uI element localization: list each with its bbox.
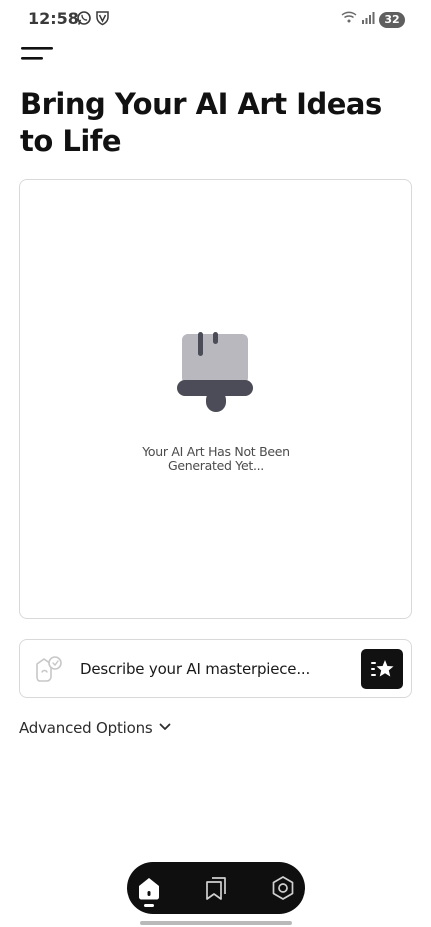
paint-brush-icon <box>177 332 255 414</box>
gesture-bar <box>140 921 292 925</box>
nav-active-indicator <box>144 904 154 907</box>
status-time: 12:58 <box>28 9 79 28</box>
prompt-bar <box>19 639 412 698</box>
nav-gallery[interactable] <box>202 874 230 902</box>
bottom-nav <box>127 862 305 914</box>
sparkle-generate-icon <box>371 660 394 677</box>
settings-icon <box>272 876 294 900</box>
app-screen: 12:58 32 Bring Your AI Art Ideas to Life… <box>0 0 431 927</box>
advanced-options-label: Advanced Options <box>19 719 153 737</box>
art-preview-card: Your AI Art Has Not Been Generated Yet..… <box>19 179 412 619</box>
art-prompt-icon <box>34 654 64 684</box>
chevron-down-icon <box>159 719 171 737</box>
home-icon <box>139 878 159 900</box>
nav-settings[interactable] <box>269 874 297 902</box>
nav-home[interactable] <box>135 874 163 902</box>
status-left-icons <box>76 10 110 31</box>
status-right-icons: 32 <box>341 10 405 29</box>
vpn-shield-icon <box>95 10 110 31</box>
battery-indicator: 32 <box>379 11 405 28</box>
prompt-input[interactable] <box>80 657 350 681</box>
wifi-icon <box>341 10 357 29</box>
whatsapp-icon <box>76 10 92 31</box>
generate-button[interactable] <box>361 649 403 689</box>
empty-state-message: Your AI Art Has Not Been Generated Yet..… <box>142 444 290 473</box>
gallery-icon <box>206 877 226 900</box>
advanced-options-toggle[interactable]: Advanced Options <box>19 719 171 737</box>
hamburger-menu-icon[interactable] <box>20 44 56 66</box>
page-title: Bring Your AI Art Ideas to Life <box>20 87 382 158</box>
status-bar: 12:58 32 <box>0 0 431 36</box>
signal-icon <box>361 11 375 29</box>
